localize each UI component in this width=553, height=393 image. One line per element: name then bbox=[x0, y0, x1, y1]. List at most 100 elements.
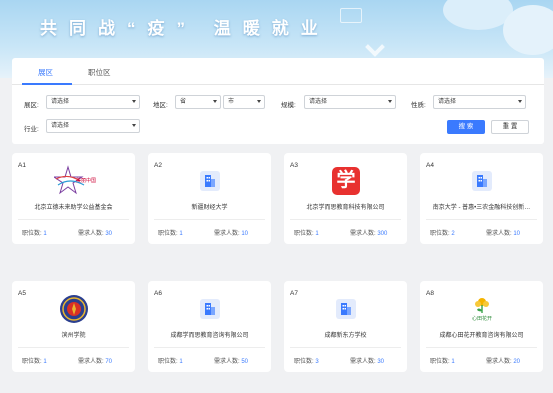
exhibitor-card[interactable]: A2 新疆财经大学 职位数: 1 需求人数: 10 bbox=[148, 153, 271, 244]
scale-filter-label: 规模: bbox=[281, 102, 296, 109]
tab-exhibition-area[interactable]: 展区 bbox=[38, 67, 53, 78]
divider bbox=[426, 347, 537, 348]
booth-code: A8 bbox=[426, 290, 434, 297]
demand-stat: 需求人数: 300 bbox=[350, 228, 387, 237]
exhibitor-name: 南京大学 - 普惠•三农金融科技创新… bbox=[432, 205, 531, 211]
positions-label: 职位数: bbox=[22, 231, 42, 237]
demand-count: 300 bbox=[377, 231, 388, 237]
exhibitor-name: 成都心田花开教育咨询有限公司 bbox=[439, 333, 524, 339]
divider bbox=[154, 219, 265, 220]
logo-caption: 美丽中国 bbox=[76, 178, 97, 184]
chevron-down-icon bbox=[132, 124, 136, 127]
industry-select[interactable]: 请选择 bbox=[46, 119, 140, 133]
nature-filter-label: 性质: bbox=[411, 102, 426, 109]
demand-stat: 需求人数: 70 bbox=[78, 356, 112, 365]
zone-select[interactable]: 请选择 bbox=[46, 95, 140, 109]
divider bbox=[290, 219, 401, 220]
positions-stat: 职位数: 1 bbox=[158, 356, 183, 365]
positions-count: 1 bbox=[43, 359, 47, 365]
building-icon bbox=[194, 165, 226, 197]
active-tab-indicator bbox=[22, 83, 72, 85]
demand-label: 需求人数: bbox=[214, 359, 240, 365]
divider bbox=[18, 347, 129, 348]
exhibitor-name: 成都新东方学校 bbox=[324, 333, 367, 339]
demand-count: 30 bbox=[105, 231, 113, 237]
demand-stat: 需求人数: 30 bbox=[350, 356, 384, 365]
positions-stat: 职位数: 1 bbox=[294, 228, 319, 237]
building-icon bbox=[194, 293, 226, 325]
province-select[interactable]: 省 bbox=[175, 95, 221, 109]
chevron-down-icon bbox=[257, 100, 261, 103]
booth-code: A4 bbox=[426, 162, 434, 169]
building-icon bbox=[466, 165, 498, 197]
booth-code: A3 bbox=[290, 162, 298, 169]
tab-positions[interactable]: 职位区 bbox=[88, 67, 111, 78]
booth-code: A2 bbox=[154, 162, 162, 169]
positions-label: 职位数: bbox=[430, 359, 450, 365]
cloud-decoration bbox=[503, 5, 553, 55]
exhibitor-card[interactable]: A5 滨州学院 职位数: 1 需求人数: 70 bbox=[12, 281, 135, 372]
divider bbox=[154, 347, 265, 348]
emblem-logo-icon bbox=[58, 293, 90, 325]
booth-code: A1 bbox=[18, 162, 26, 169]
positions-count: 1 bbox=[315, 231, 319, 237]
nature-select-value: 请选择 bbox=[438, 99, 457, 105]
province-select-value: 省 bbox=[180, 99, 187, 105]
demand-stat: 需求人数: 10 bbox=[214, 228, 248, 237]
exhibitor-card[interactable]: A3 学 北京学而思教育科技有限公司 职位数: 1 需求人数: 300 bbox=[284, 153, 407, 244]
logo-caption: 心田花开 bbox=[471, 316, 492, 322]
positions-count: 1 bbox=[451, 359, 455, 365]
exhibitor-card[interactable]: A7 成都新东方学校 职位数: 3 需求人数: 30 bbox=[284, 281, 407, 372]
demand-label: 需求人数: bbox=[350, 231, 376, 237]
search-button[interactable]: 搜 索 bbox=[447, 120, 485, 134]
demand-stat: 需求人数: 20 bbox=[486, 356, 520, 365]
exhibitor-card[interactable]: A1 美丽中国 北京立德未来助学公益基金会 职位数: 1 需求人数: 30 bbox=[12, 153, 135, 244]
positions-label: 职位数: bbox=[158, 231, 178, 237]
demand-label: 需求人数: bbox=[486, 231, 512, 237]
demand-stat: 需求人数: 50 bbox=[214, 356, 248, 365]
star-logo-icon: 美丽中国 bbox=[54, 165, 96, 197]
exhibitor-name: 滨州学院 bbox=[61, 333, 86, 339]
exhibitor-name: 北京学而思教育科技有限公司 bbox=[306, 205, 385, 211]
divider bbox=[290, 347, 401, 348]
positions-label: 职位数: bbox=[294, 359, 314, 365]
divider bbox=[18, 219, 129, 220]
reset-button[interactable]: 重 置 bbox=[491, 120, 529, 134]
positions-stat: 职位数: 3 bbox=[294, 356, 319, 365]
demand-count: 30 bbox=[377, 359, 385, 365]
positions-count: 2 bbox=[451, 231, 455, 237]
city-select[interactable]: 市 bbox=[223, 95, 265, 109]
exhibitor-card[interactable]: A8 心田花开 成都心田花开教育咨询有限公司 职位数: 1 需求人数: 20 bbox=[420, 281, 543, 372]
exhibitor-name: 北京立德未来助学公益基金会 bbox=[34, 205, 113, 211]
xue-logo-icon: 学 bbox=[330, 165, 362, 197]
card-decoration bbox=[340, 8, 362, 23]
demand-count: 70 bbox=[105, 359, 113, 365]
positions-count: 3 bbox=[315, 359, 319, 365]
booth-code: A5 bbox=[18, 290, 26, 297]
positions-count: 1 bbox=[179, 359, 183, 365]
exhibitor-card[interactable]: A4 南京大学 - 普惠•三农金融科技创新… 职位数: 2 需求人数: 10 bbox=[420, 153, 543, 244]
positions-count: 1 bbox=[43, 231, 47, 237]
flower-logo-icon: 心田花开 bbox=[466, 293, 498, 325]
positions-label: 职位数: bbox=[294, 231, 314, 237]
city-select-value: 市 bbox=[228, 99, 235, 105]
chevron-down-icon bbox=[132, 100, 136, 103]
exhibitor-card[interactable]: A6 成都学而思教育咨询有限公司 职位数: 1 需求人数: 50 bbox=[148, 281, 271, 372]
positions-stat: 职位数: 1 bbox=[430, 356, 455, 365]
demand-label: 需求人数: bbox=[78, 359, 104, 365]
chevron-decoration bbox=[365, 37, 385, 57]
divider bbox=[426, 219, 537, 220]
filter-panel: 展区 职位区 展区: 请选择 地区: 省 市 规模: 请选择 性质: 请选择 行… bbox=[12, 58, 544, 144]
demand-label: 需求人数: bbox=[486, 359, 512, 365]
exhibitor-name: 新疆财经大学 bbox=[191, 205, 228, 211]
booth-code: A7 bbox=[290, 290, 298, 297]
demand-label: 需求人数: bbox=[214, 231, 240, 237]
scale-select[interactable]: 请选择 bbox=[304, 95, 396, 109]
positions-stat: 职位数: 1 bbox=[22, 356, 47, 365]
chevron-down-icon bbox=[518, 100, 522, 103]
positions-count: 1 bbox=[179, 231, 183, 237]
booth-code: A6 bbox=[154, 290, 162, 297]
zone-select-value: 请选择 bbox=[51, 99, 70, 105]
building-icon bbox=[330, 293, 362, 325]
nature-select[interactable]: 请选择 bbox=[433, 95, 526, 109]
